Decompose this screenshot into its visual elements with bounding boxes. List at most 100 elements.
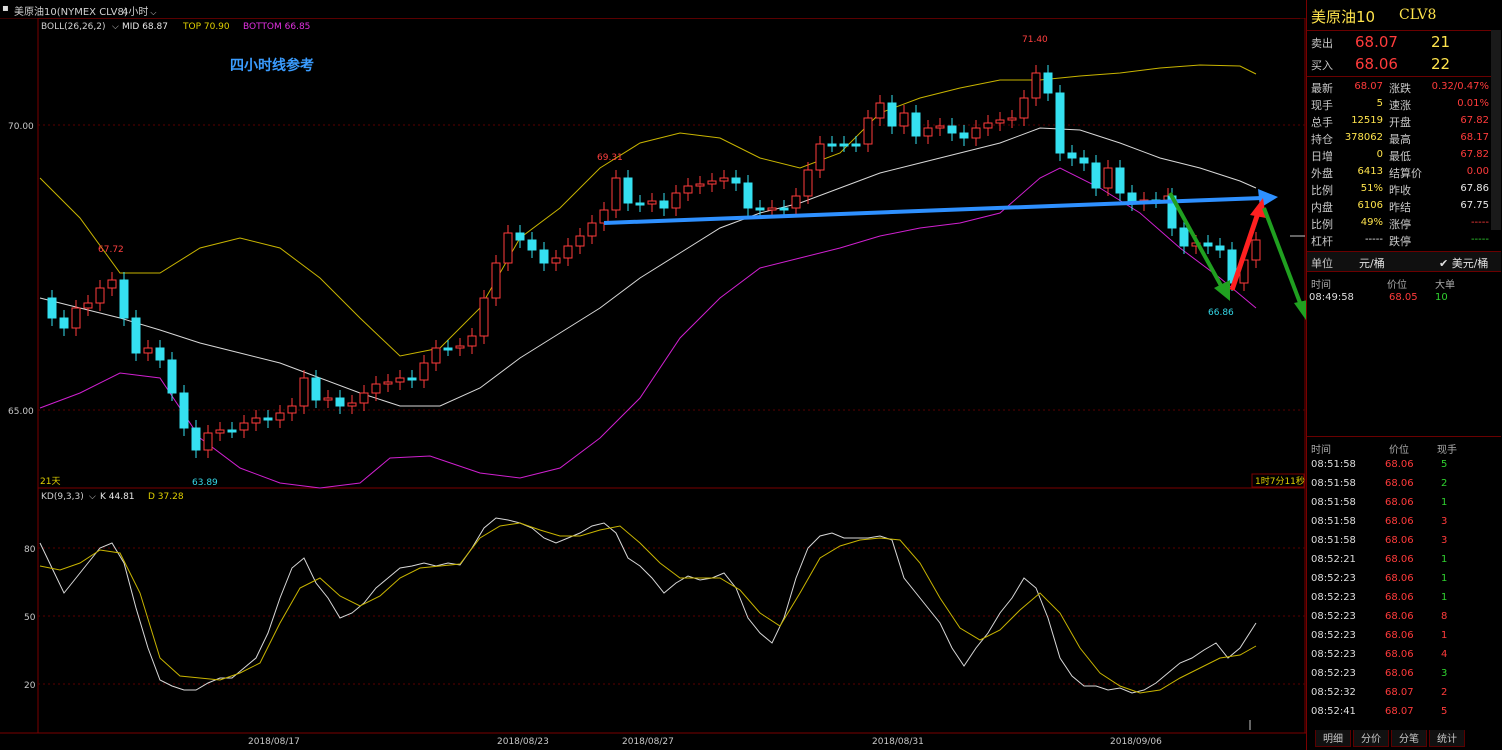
candle-body [167, 359, 177, 394]
sell-row[interactable]: 卖出 68.07 21 [1307, 32, 1501, 54]
stat-value: 67.82 [1460, 115, 1489, 126]
stats-scrollbar[interactable] [1491, 30, 1501, 230]
boll-name[interactable]: BOLL(26,26,2) [41, 22, 106, 32]
tick-row[interactable]: 08:52:21 68.06 1 [1307, 550, 1501, 569]
candle-body [911, 112, 921, 137]
candle-body [851, 143, 861, 147]
boll-bottom-line [39, 167, 1257, 489]
candle-body [287, 405, 297, 414]
unit-value[interactable]: 元/桶 [1359, 255, 1385, 271]
stat-value: 5 [1376, 98, 1383, 109]
unit-option[interactable]: ✔ 美元/桶 [1439, 255, 1488, 271]
candle-body [635, 202, 645, 206]
candle-body [335, 397, 345, 407]
candle-body [239, 422, 249, 431]
tick-row[interactable]: 08:51:58 68.06 5 [1307, 455, 1501, 474]
boll-chevron-icon[interactable]: ⌵ [112, 22, 119, 32]
stat-label: 比例 [1311, 184, 1333, 197]
stat-row: 日增 0 最低 67.82 [1307, 146, 1501, 163]
stat-value: 0.01% [1457, 98, 1489, 109]
stat-label: 总手 [1311, 116, 1333, 129]
kd-y-50: 50 [24, 613, 36, 623]
candle-body [455, 345, 465, 349]
x-label-1: 2018/08/17 [248, 737, 300, 747]
candle-body [839, 143, 849, 147]
candle-body [695, 183, 705, 187]
stat-value: 0 [1376, 149, 1383, 160]
stat-row: 比例 49% 涨停 ----- [1307, 214, 1501, 231]
stat-label: 跌停 [1389, 235, 1411, 248]
candle-body [347, 402, 357, 407]
countdown-timer: 1时7分11秒 [1255, 475, 1305, 487]
tick-row[interactable]: 08:51:58 68.06 1 [1307, 493, 1501, 512]
stat-row: 持仓 378062 最高 68.17 [1307, 129, 1501, 146]
candle-body [71, 307, 81, 329]
tick-row[interactable]: 08:51:58 68.06 3 [1307, 512, 1501, 531]
candle-body [119, 279, 129, 319]
stat-value: 12519 [1351, 115, 1383, 126]
candle-body [215, 429, 225, 434]
tab-0[interactable]: 明细 [1315, 730, 1351, 747]
big-order-row[interactable]: 08:49:58 68.05 10 [1307, 288, 1501, 307]
stat-label: 昨结 [1389, 201, 1411, 214]
candle-body [479, 297, 489, 337]
tab-1[interactable]: 分价 [1353, 730, 1389, 747]
kd-name[interactable]: KD(9,3,3) [41, 492, 84, 502]
price-mark-5: 66.86 [1208, 308, 1234, 318]
tick-row[interactable]: 08:52:23 68.06 1 [1307, 588, 1501, 607]
chart-area[interactable]: BOLL(26,26,2) ⌵ MID 68.87 TOP 70.90 BOTT… [0, 18, 1306, 750]
tick-row[interactable]: 08:51:58 68.06 2 [1307, 474, 1501, 493]
green-arrow-2 [1262, 207, 1304, 309]
annotation-text: 四小时线参考 [230, 57, 314, 74]
tick-row[interactable]: 08:52:23 68.06 8 [1307, 607, 1501, 626]
kd-k-line [39, 517, 1257, 694]
period-selector[interactable]: 4小时 ⌵ [122, 3, 156, 18]
quote-title-row: 美原油10 CLV8 [1307, 4, 1501, 28]
candle-body [1055, 92, 1065, 154]
quote-title: 美原油10 [1311, 8, 1376, 26]
symbol-label: 美原油10(NYMEX CLV8) [14, 7, 128, 18]
candle-body [419, 362, 429, 381]
buy-row[interactable]: 买入 68.06 22 [1307, 54, 1501, 76]
tab-3[interactable]: 统计 [1429, 730, 1465, 747]
candle-body [1079, 157, 1089, 164]
tick-row[interactable]: 08:51:58 68.06 3 [1307, 531, 1501, 550]
tick-row[interactable]: 08:52:23 68.06 3 [1307, 664, 1501, 683]
kd-chevron-icon[interactable]: ⌵ [89, 492, 96, 502]
stat-row: 内盘 6106 昨结 67.75 [1307, 197, 1501, 214]
stat-value: 67.75 [1460, 200, 1489, 211]
tick-row[interactable]: 08:52:41 68.07 5 [1307, 702, 1501, 721]
stat-label: 结算价 [1389, 167, 1422, 180]
candle-body [251, 417, 261, 424]
candle-body [659, 200, 669, 209]
sell-price: 68.07 [1355, 33, 1398, 51]
candle-body [1067, 152, 1077, 159]
candle-body [311, 377, 321, 401]
tick-row[interactable]: 08:52:23 68.06 1 [1307, 626, 1501, 645]
tick-row[interactable]: 08:52:23 68.06 4 [1307, 645, 1501, 664]
stat-label: 涨停 [1389, 218, 1411, 231]
candle-body [983, 122, 993, 129]
candle-body [683, 185, 693, 194]
tick-row[interactable]: 08:52:23 68.06 1 [1307, 569, 1501, 588]
candle-body [803, 169, 813, 197]
tick-row[interactable]: 08:52:32 68.07 2 [1307, 683, 1501, 702]
stat-value: 67.82 [1460, 149, 1489, 160]
boll-mid-line [39, 127, 1257, 407]
unit-row[interactable]: 单位 元/桶 ✔ 美元/桶 [1307, 252, 1501, 271]
candlesticks [47, 65, 1261, 458]
candle-body [503, 232, 513, 264]
candle-body [1031, 72, 1041, 99]
candle-body [707, 180, 717, 185]
candle-body [899, 112, 909, 127]
trend-line [603, 196, 1263, 225]
stat-row: 最新 68.07 涨跌 0.32/0.47% [1307, 78, 1501, 95]
tab-2[interactable]: 分笔 [1391, 730, 1427, 747]
candle-body [779, 207, 789, 211]
candle-body [59, 317, 69, 329]
menu-icon[interactable]: ▪ [2, 3, 9, 14]
boll-mid: MID 68.87 [122, 22, 168, 32]
stat-label: 杠杆 [1311, 235, 1333, 248]
candle-body [1179, 227, 1189, 247]
bollinger-bands [39, 64, 1257, 489]
